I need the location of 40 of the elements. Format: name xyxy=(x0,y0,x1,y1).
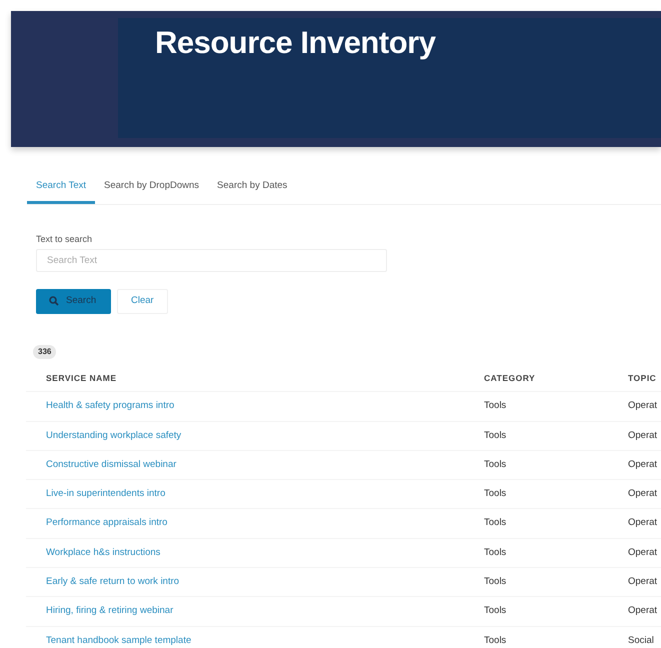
tab[interactable]: Search Text xyxy=(27,173,95,204)
table-cell: Operat xyxy=(628,488,658,500)
table-cell: Operat xyxy=(628,430,658,441)
column-header: TOPIC xyxy=(608,364,661,392)
column-header: CATEGORY xyxy=(464,364,608,392)
service-link[interactable]: Workplace h&s instructions xyxy=(46,546,160,558)
table-cell: Operat xyxy=(628,576,658,588)
column-header: SERVICE NAME xyxy=(26,364,464,392)
service-link[interactable]: Early & safe return to work intro xyxy=(46,576,180,588)
service-link[interactable]: Live-in superintendents intro xyxy=(46,488,166,500)
table-cell: Tools xyxy=(484,576,506,588)
page-title: Resource Inventory xyxy=(155,25,436,60)
table-cell: Tools xyxy=(484,517,506,528)
table-cell: Tools xyxy=(484,634,506,646)
service-link[interactable]: Performance appraisals intro xyxy=(46,517,168,528)
table-cell: Operat xyxy=(628,605,658,616)
table-cell: Tools xyxy=(484,546,506,558)
search-button[interactable]: Search xyxy=(36,288,111,314)
table-cell: Operat xyxy=(628,546,658,558)
search-icon xyxy=(49,296,59,306)
table-cell: Tools xyxy=(484,488,506,500)
table-cell: Tools xyxy=(484,458,506,470)
table-cell: Tools xyxy=(484,605,506,616)
table-cell: Tools xyxy=(484,400,506,412)
clear-button[interactable]: Clear xyxy=(117,288,168,314)
table-cell: Tools xyxy=(484,430,506,441)
table-cell: Operat xyxy=(628,458,658,470)
service-link[interactable]: Understanding workplace safety xyxy=(46,430,182,441)
table-cell: Social xyxy=(628,634,654,646)
result-count: 336 xyxy=(33,344,56,359)
service-link[interactable]: Health & safety programs intro xyxy=(46,400,174,412)
tab[interactable]: Search by Dates xyxy=(208,173,296,204)
field-label: Text to search xyxy=(36,233,94,246)
service-link[interactable]: Tenant handbook sample template xyxy=(46,634,192,646)
table-cell: Operat xyxy=(628,400,658,412)
tab[interactable]: Search by DropDowns xyxy=(95,173,208,204)
service-link[interactable]: Constructive dismissal webinar xyxy=(46,458,176,470)
service-link[interactable]: Hiring, firing & retiring webinar xyxy=(46,605,174,616)
table-cell: Operat xyxy=(628,517,658,528)
search-field[interactable]: Search Text xyxy=(36,248,387,272)
